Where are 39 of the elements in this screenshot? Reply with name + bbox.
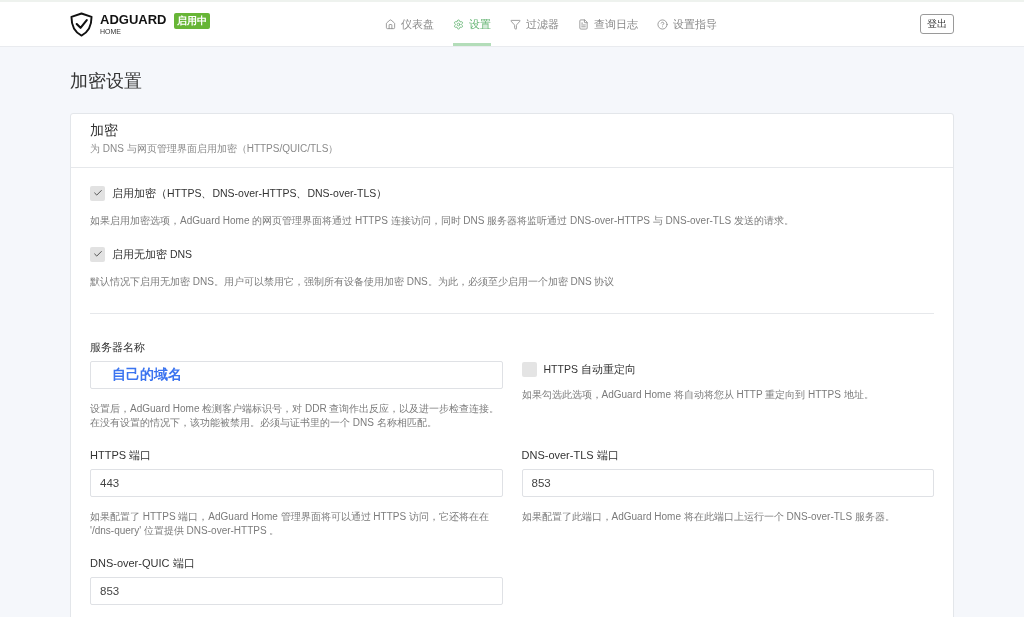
field-label: DNS-over-QUIC 端口	[90, 556, 196, 571]
field-label: DNS-over-TLS 端口	[521, 448, 620, 463]
document-icon	[578, 18, 589, 30]
field-description: 如果勾选此选项，AdGuard Home 将自动将您从 HTTP 重定向到 HTTPS 地址。	[521, 388, 875, 402]
checkbox-label: HTTPS 自动重定向	[543, 362, 636, 377]
option-description: 默认情况下启用无加密 DNS。用户可以禁用它，强制所有设备使用加密 DNS。为此，必须至少启用一个加密 DNS 协议	[90, 275, 616, 289]
field-description: 如果配置了 HTTPS 端口，AdGuard Home 管理界面将可以通过 HTTPS 访问，它还将在在 '/dns-query' 位置提供 DNS-over-HTTPS 。	[90, 510, 490, 538]
nav-tab[interactable]: 仪表盘	[385, 2, 434, 46]
text-input[interactable]: 自己的域名	[90, 361, 503, 389]
check-icon	[92, 249, 103, 259]
logout-button[interactable]: 登出	[920, 14, 954, 34]
help-icon	[657, 18, 668, 30]
nav-tab[interactable]: 设置指导	[657, 2, 717, 46]
status-badge: 启用中	[174, 13, 211, 29]
field-description: 如果配置了此端口，AdGuard Home 将在此端口上运行一个 DNS-over-TLS 服务器。	[521, 510, 896, 524]
card-subtitle: 为 DNS 与网页管理界面启用加密（HTTPS/QUIC/TLS）	[90, 142, 340, 156]
settings-icon	[453, 18, 464, 30]
checkbox[interactable]	[90, 185, 105, 201]
shield-check-logo-icon	[70, 11, 93, 37]
text-input[interactable]: 853	[90, 577, 503, 605]
nav-tab[interactable]: 设置	[453, 2, 491, 46]
field-label: HTTPS 端口	[90, 448, 153, 463]
checkbox-label: 启用加密（HTTPS、DNS-over-HTTPS、DNS-over-TLS）	[112, 186, 388, 201]
nav-tab[interactable]: 过滤器	[510, 2, 559, 46]
nav-tab[interactable]: 查询日志	[578, 2, 638, 46]
logo-wordmark: ADGUARD	[100, 13, 167, 26]
checkbox[interactable]	[90, 246, 105, 262]
field-description: 设置后，AdGuard Home 检测客户端标识号，对 DDR 查询作出反应，以及进一步检查连接。在没有设置的情况下，该功能被禁用。必须与证书里的一个 DNS 名称相匹配。	[90, 402, 501, 430]
field-label: 服务器名称	[90, 340, 146, 355]
check-icon	[92, 188, 103, 198]
page-title: 加密设置	[70, 70, 143, 93]
option-description: 如果启用加密选项，AdGuard Home 的网页管理界面将通过 HTTPS 连接访问，同时 DNS 服务器将监听通过 DNS-over-HTTPS 与 DNS-over-TLS 发送的请求。	[90, 214, 795, 228]
card-title: 加密	[90, 122, 119, 140]
filter-icon	[510, 18, 521, 30]
text-input[interactable]: 853	[521, 469, 934, 497]
checkbox-label: 启用无加密 DNS	[112, 247, 193, 262]
checkbox[interactable]	[521, 361, 537, 377]
text-input[interactable]: 443	[90, 469, 503, 497]
home-icon	[385, 18, 396, 30]
